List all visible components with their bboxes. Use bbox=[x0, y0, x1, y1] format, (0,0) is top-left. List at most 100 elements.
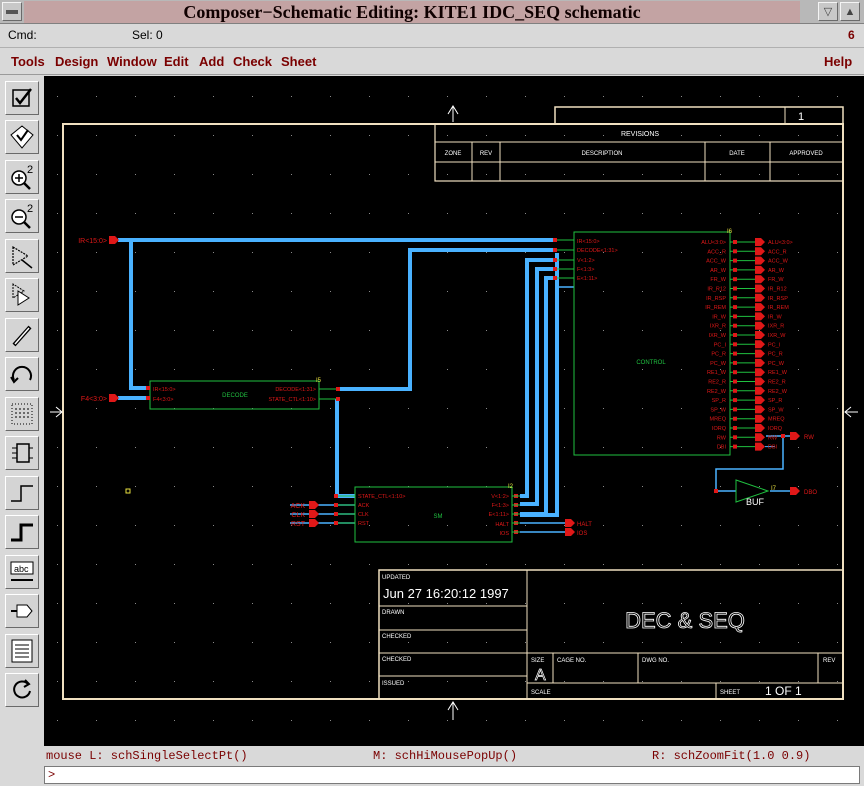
control-output-label: ACC_R bbox=[707, 249, 726, 255]
window-menu-button[interactable] bbox=[2, 2, 22, 21]
svg-text:STATE_CTL<1:10>: STATE_CTL<1:10> bbox=[358, 494, 406, 500]
control-output-label: PC_R bbox=[711, 352, 726, 358]
control-output-terminal bbox=[733, 305, 737, 310]
menu-sheet[interactable]: Sheet bbox=[281, 54, 316, 69]
title-bar[interactable]: Composer−Schematic Editing: KITE1 IDC_SE… bbox=[0, 0, 864, 24]
stretch-button[interactable] bbox=[5, 239, 39, 273]
control-output-terminal bbox=[733, 435, 737, 440]
menu-design[interactable]: Design bbox=[55, 54, 98, 69]
control-output-terminal bbox=[733, 360, 737, 365]
menu-check[interactable]: Check bbox=[233, 54, 272, 69]
svg-text:CHECKED: CHECKED bbox=[382, 634, 412, 640]
svg-text:RST: RST bbox=[358, 521, 370, 527]
svg-text:IR<15:0>: IR<15:0> bbox=[153, 387, 176, 393]
control-output-label: ALU<3:0> bbox=[701, 240, 726, 246]
output-pin-label: PC_W bbox=[768, 361, 785, 367]
svg-text:SHEET: SHEET bbox=[720, 690, 740, 696]
cmd-options-icon bbox=[11, 639, 33, 663]
svg-text:REV: REV bbox=[480, 151, 492, 157]
control-output-terminal bbox=[733, 277, 737, 282]
output-pin-label: ACC_W bbox=[768, 259, 789, 265]
control-output-terminal bbox=[733, 342, 737, 347]
control-output-terminal bbox=[733, 295, 737, 300]
svg-text:F<1:3>: F<1:3> bbox=[577, 267, 594, 273]
schematic-canvas[interactable]: 1 REVISIONS ZONE REV DESCRIPTION DATE AP… bbox=[44, 76, 864, 746]
output-pin-label: AR_W bbox=[768, 268, 785, 274]
output-pin-label: SP_W bbox=[768, 407, 784, 413]
control-output-label: PC_W bbox=[710, 361, 727, 367]
control-output-terminal bbox=[733, 267, 737, 272]
svg-text:CLK: CLK bbox=[358, 512, 369, 518]
delete-icon bbox=[12, 325, 32, 347]
svg-text:RST: RST bbox=[291, 521, 306, 528]
updated-timestamp: Jun 27 16:20:12 1997 bbox=[383, 586, 509, 601]
undo-button[interactable] bbox=[5, 357, 39, 391]
svg-text:SCALE: SCALE bbox=[531, 690, 551, 696]
command-input[interactable]: > bbox=[44, 766, 860, 784]
control-output-label: SP_R bbox=[712, 398, 726, 404]
copy-button[interactable] bbox=[5, 278, 39, 312]
svg-text:2: 2 bbox=[27, 203, 33, 215]
schematic-drawing[interactable]: 1 REVISIONS ZONE REV DESCRIPTION DATE AP… bbox=[44, 76, 864, 746]
property-button[interactable] bbox=[5, 397, 39, 431]
control-output-terminal bbox=[733, 416, 737, 421]
menu-tools[interactable]: Tools bbox=[11, 54, 45, 69]
menu-help[interactable]: Help bbox=[824, 54, 852, 69]
wire-wide-button[interactable] bbox=[5, 515, 39, 549]
svg-text:REVISIONS: REVISIONS bbox=[621, 131, 659, 138]
svg-text:STATE_CTL<1:10>: STATE_CTL<1:10> bbox=[269, 397, 317, 403]
zoom-in-button[interactable]: 2 bbox=[5, 160, 39, 194]
menu-add[interactable]: Add bbox=[199, 54, 224, 69]
svg-text:UPDATED: UPDATED bbox=[382, 575, 411, 581]
svg-text:HALT: HALT bbox=[577, 522, 592, 528]
svg-text:CONTROL: CONTROL bbox=[636, 360, 666, 366]
control-output-terminal bbox=[733, 333, 737, 337]
control-output-terminal bbox=[733, 249, 737, 254]
pin-button[interactable] bbox=[5, 594, 39, 628]
window-title: Composer−Schematic Editing: KITE1 IDC_SE… bbox=[24, 1, 800, 23]
control-output-label: RE1_W bbox=[707, 370, 727, 376]
minimize-button[interactable]: ▽ bbox=[818, 2, 838, 21]
wire-narrow-button[interactable] bbox=[5, 476, 39, 510]
svg-text:REV: REV bbox=[823, 658, 835, 664]
control-output-label: ACC_W bbox=[706, 259, 727, 265]
svg-text:DATE: DATE bbox=[729, 151, 745, 157]
wire-narrow-icon bbox=[11, 485, 33, 502]
window-number: 6 bbox=[848, 28, 855, 42]
zoom-in-icon: 2 bbox=[11, 164, 33, 190]
menu-edit[interactable]: Edit bbox=[164, 54, 189, 69]
maximize-button[interactable]: ▲ bbox=[840, 2, 860, 21]
property-icon bbox=[11, 403, 33, 425]
menu-window[interactable]: Window bbox=[107, 54, 157, 69]
prompt-symbol: > bbox=[48, 768, 56, 782]
instance-button[interactable] bbox=[5, 436, 39, 470]
wire-name-button[interactable]: abc bbox=[5, 555, 39, 589]
check-and-save-button[interactable] bbox=[5, 120, 39, 154]
control-output-label: SP_W bbox=[710, 407, 726, 413]
delete-button[interactable] bbox=[5, 318, 39, 352]
output-pin-label: PC_R bbox=[768, 352, 783, 358]
wire-wide-icon bbox=[11, 523, 33, 542]
output-pin-label: RE1_W bbox=[768, 370, 788, 376]
cmd-options-button[interactable] bbox=[5, 634, 39, 668]
page-number: 1 bbox=[798, 111, 804, 123]
output-pin-label: RE2_W bbox=[768, 389, 788, 395]
instance-icon bbox=[12, 443, 33, 463]
repeat-button[interactable] bbox=[5, 673, 39, 707]
mouse-right-binding: R: schZoomFit(1.0 0.9) bbox=[652, 749, 811, 763]
output-pin-label: FR_W bbox=[768, 277, 784, 283]
svg-text:ACK: ACK bbox=[358, 503, 370, 509]
svg-text:IR<15:0>: IR<15:0> bbox=[577, 239, 600, 245]
svg-text:I5: I5 bbox=[316, 378, 322, 384]
zoom-out-button[interactable]: 2 bbox=[5, 199, 39, 233]
control-output-terminal bbox=[733, 323, 737, 328]
control-output-label: MREQ bbox=[710, 417, 727, 423]
svg-text:CAGE NO.: CAGE NO. bbox=[557, 658, 587, 664]
check-button[interactable] bbox=[5, 81, 39, 115]
output-pin-label: IXR_W bbox=[768, 333, 786, 339]
check-icon bbox=[12, 88, 32, 107]
mouse-left-binding: mouse L: schSingleSelectPt() bbox=[46, 749, 248, 763]
mouse-middle-binding: M: schHiMousePopUp() bbox=[373, 749, 518, 763]
output-pin-label: IR_R12 bbox=[768, 287, 787, 293]
stretch-icon bbox=[12, 245, 33, 269]
